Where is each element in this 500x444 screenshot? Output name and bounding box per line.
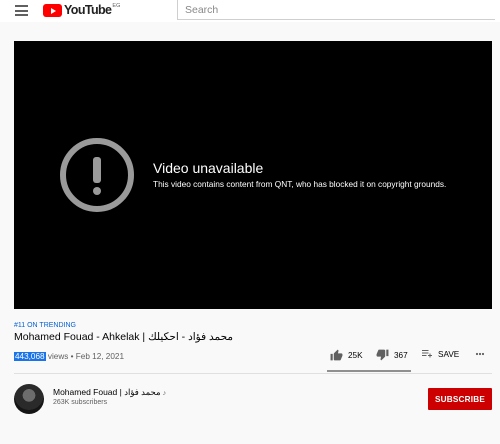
video-player[interactable]: Video unavailable This video contains co… [14,41,492,309]
subscriber-count: 263K subscribers [53,399,108,406]
logo-region: EG [112,3,121,9]
trending-link[interactable]: #11 ON TRENDING [14,322,76,329]
thumbs-up-icon [330,349,343,361]
logo-text: YouTube [64,3,112,17]
channel-avatar[interactable] [14,384,44,414]
more-icon [475,352,485,356]
dislike-button[interactable]: 367 [376,349,408,361]
view-count: 443,068 [14,352,46,361]
subscribe-button[interactable]: SUBSCRIBE [428,388,492,410]
like-button[interactable]: 25K [330,349,363,361]
like-count: 25K [348,350,363,360]
sentiment-bar [327,370,411,372]
menu-icon[interactable] [15,5,28,16]
error-title: Video unavailable [153,160,264,176]
dislike-count: 367 [394,350,408,360]
channel-name: Mohamed Fouad | محمد فؤاد [53,387,161,397]
video-title: Mohamed Fouad - Ahkelak | محمد فؤاد - اح… [14,331,234,343]
views-row: 443,068 views • Feb 12, 2021 [14,351,124,362]
youtube-logo-icon [43,4,62,17]
more-actions-button[interactable] [474,349,491,359]
masthead: YouTube EG [0,0,500,22]
channel-name-link[interactable]: Mohamed Fouad | محمد فؤاد ♪ [53,387,166,398]
save-label: SAVE [438,349,460,359]
save-playlist-icon [422,350,432,358]
divider [14,373,492,374]
youtube-logo[interactable]: YouTube EG [43,3,120,18]
save-button[interactable]: SAVE [421,349,459,359]
views-date: views • Feb 12, 2021 [45,352,125,361]
search-box [177,0,495,20]
error-icon [60,138,134,212]
music-note-icon: ♪ [162,390,167,397]
search-input[interactable] [178,0,495,20]
error-message: This video contains content from QNT, wh… [153,179,447,189]
thumbs-down-icon [376,349,389,361]
